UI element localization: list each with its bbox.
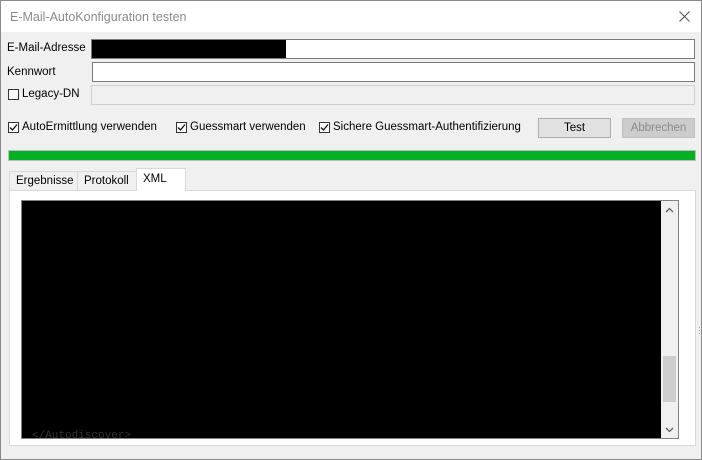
autodiscover-checkbox[interactable]: AutoErmittlung verwenden bbox=[8, 121, 157, 133]
chevron-down-icon bbox=[665, 427, 674, 432]
scroll-thumb[interactable] bbox=[663, 356, 676, 403]
tab-ergebnisse[interactable]: Ergebnisse bbox=[9, 171, 78, 190]
progress-fill bbox=[9, 151, 695, 160]
secure-guessmart-box[interactable] bbox=[319, 121, 330, 133]
title-bar: E-Mail-AutoKonfiguration testen bbox=[1, 1, 701, 32]
close-button[interactable] bbox=[667, 1, 701, 32]
legacy-dn-box[interactable] bbox=[8, 88, 19, 100]
resize-grip[interactable]: · · · bbox=[698, 324, 701, 338]
scroll-up-button[interactable] bbox=[661, 201, 678, 218]
scroll-down-button[interactable] bbox=[661, 421, 678, 438]
xml-tab-panel: </Autodiscover> bbox=[9, 190, 696, 446]
password-label: Kennwort bbox=[7, 66, 56, 78]
legacy-dn-input[interactable] bbox=[92, 86, 694, 104]
progress-bar bbox=[8, 150, 696, 161]
redacted-email bbox=[92, 40, 286, 58]
legacy-dn-label: Legacy-DN bbox=[22, 88, 80, 100]
autodiscover-label: AutoErmittlung verwenden bbox=[22, 121, 157, 133]
close-icon bbox=[678, 11, 690, 22]
xml-scrollbar[interactable] bbox=[661, 201, 678, 438]
autodiscover-box[interactable] bbox=[8, 121, 19, 133]
email-field[interactable] bbox=[91, 39, 695, 59]
xml-visible-fragment: </Autodiscover> bbox=[32, 430, 132, 439]
checkmark-icon bbox=[9, 123, 18, 131]
secure-guessmart-checkbox[interactable]: Sichere Guessmart-Authentifizierung bbox=[319, 121, 521, 133]
redacted-xml-content bbox=[22, 201, 669, 438]
dialog-window: E-Mail-AutoKonfiguration testen E-Mail-A… bbox=[0, 0, 702, 460]
guessmart-checkbox[interactable]: Guessmart verwenden bbox=[176, 121, 306, 133]
xml-textarea[interactable]: </Autodiscover> bbox=[21, 200, 679, 439]
checkmark-icon bbox=[177, 123, 186, 131]
guessmart-label: Guessmart verwenden bbox=[190, 121, 306, 133]
tab-protokoll[interactable]: Protokoll bbox=[77, 171, 137, 190]
window-title: E-Mail-AutoKonfiguration testen bbox=[10, 10, 187, 24]
secure-guessmart-label: Sichere Guessmart-Authentifizierung bbox=[333, 121, 521, 133]
password-field[interactable] bbox=[92, 62, 695, 82]
tab-xml[interactable]: XML bbox=[136, 168, 186, 191]
guessmart-box[interactable] bbox=[176, 121, 187, 133]
chevron-up-icon bbox=[665, 207, 674, 212]
password-input[interactable] bbox=[93, 63, 694, 81]
legacy-dn-field[interactable] bbox=[91, 85, 695, 105]
test-button[interactable]: Test bbox=[538, 118, 611, 138]
checkmark-icon bbox=[320, 123, 329, 131]
cancel-button[interactable]: Abbrechen bbox=[622, 118, 695, 138]
legacy-dn-checkbox[interactable]: Legacy-DN bbox=[8, 88, 80, 100]
email-label: E-Mail-Adresse bbox=[7, 42, 86, 54]
